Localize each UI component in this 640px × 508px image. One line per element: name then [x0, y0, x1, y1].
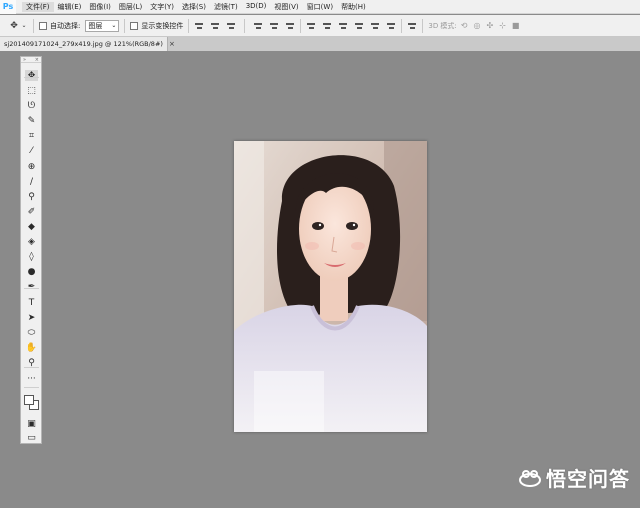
paint-bucket-tool-icon[interactable]: ◈ — [25, 236, 38, 247]
distribute-horizontal-center-icon[interactable] — [370, 21, 380, 31]
align-right-icon[interactable] — [285, 21, 295, 31]
align-vertical-center-icon[interactable] — [210, 21, 220, 31]
screen-mode-icon[interactable]: ▭ — [25, 432, 38, 443]
align-bottom-icon[interactable] — [226, 21, 236, 31]
auto-select-value: 图层 — [88, 21, 103, 30]
tool-divider — [24, 387, 39, 388]
menu-bar: Ps 文件(F) 编辑(E) 图像(I) 图层(L) 文字(Y) 选择(S) 滤… — [0, 0, 640, 14]
foreground-color-swatch[interactable] — [24, 395, 34, 405]
auto-select-label: 自动选择: — [50, 21, 81, 30]
3d-slide-icon[interactable]: ⊹ — [499, 21, 506, 30]
menu-filter[interactable]: 滤镜(T) — [210, 2, 242, 12]
distribute-bottom-icon[interactable] — [338, 21, 348, 31]
show-transform-checkbox[interactable] — [130, 21, 139, 30]
portrait-photo — [234, 141, 427, 432]
chevron-down-icon[interactable]: ⌄ — [20, 20, 28, 32]
menu-help[interactable]: 帮助(H) — [337, 2, 370, 12]
quick-select-tool-icon[interactable]: ✎ — [25, 115, 38, 126]
menu-edit[interactable]: 编辑(E) — [54, 2, 86, 12]
collapse-icon[interactable]: » — [23, 57, 26, 63]
auto-select-dropdown[interactable]: 图层 ⌄ — [85, 19, 120, 32]
document-tab-bar: sj201409171024_279x419.jpg @ 121%(RGB/8#… — [0, 37, 640, 51]
3d-scale-icon[interactable]: ■ — [512, 21, 520, 30]
auto-align-icon[interactable] — [407, 21, 417, 31]
move-tool-preset-icon[interactable]: ✥ — [8, 20, 20, 32]
distribute-left-icon[interactable] — [354, 21, 364, 31]
blur-tool-icon[interactable]: ◊ — [25, 251, 38, 262]
more-tools-icon[interactable]: ··· — [25, 373, 38, 384]
menu-view[interactable]: 视图(V) — [270, 2, 302, 12]
menu-3d[interactable]: 3D(D) — [242, 2, 271, 12]
pen-tool-icon[interactable]: ✒ — [25, 281, 38, 292]
tool-divider — [24, 367, 39, 368]
divider — [401, 18, 403, 33]
distribute-buttons — [306, 21, 396, 31]
divider — [188, 18, 190, 33]
divider — [422, 18, 424, 33]
watermark: 悟空问答 — [518, 463, 630, 492]
3d-pan-icon[interactable]: ✣ — [486, 21, 493, 30]
menu-items: 文件(F) 编辑(E) 图像(I) 图层(L) 文字(Y) 选择(S) 滤镜(T… — [22, 1, 370, 12]
tools-panel-grip[interactable]: » × — [21, 57, 41, 63]
menu-layer[interactable]: 图层(L) — [115, 2, 146, 12]
dodge-tool-icon[interactable]: ● — [25, 266, 38, 277]
close-icon[interactable]: × — [169, 40, 175, 48]
tool-divider — [24, 77, 39, 78]
align-left-icon[interactable] — [253, 21, 263, 31]
shape-tool-icon[interactable]: ⬭ — [25, 327, 38, 338]
divider — [244, 18, 246, 33]
auto-select-checkbox[interactable] — [39, 21, 47, 30]
align-buttons — [194, 18, 295, 33]
3d-mode-label: 3D 模式: — [428, 21, 457, 30]
tool-divider — [24, 288, 39, 289]
options-bar: ✥ ⌄ 自动选择: 图层 ⌄ 显示变换控件 3D 模式: ⟲ ◎ ✣ ⊹ ■ — [0, 15, 640, 37]
healing-brush-tool-icon[interactable]: ⊕ — [25, 161, 38, 172]
divider — [33, 18, 34, 33]
show-transform-label: 显示变换控件 — [141, 21, 184, 30]
divider — [300, 18, 302, 33]
menu-image[interactable]: 图像(I) — [85, 2, 115, 12]
document-tab[interactable]: sj201409171024_279x419.jpg @ 121%(RGB/8#… — [0, 37, 175, 51]
distribute-vertical-center-icon[interactable] — [322, 21, 332, 31]
type-tool-icon[interactable]: T — [25, 297, 38, 308]
photoshop-logo: Ps — [0, 0, 16, 14]
close-icon[interactable]: × — [35, 57, 39, 63]
3d-mode-buttons: ⟲ ◎ ✣ ⊹ ■ — [461, 21, 520, 30]
move-tool-icon[interactable]: ✥ — [25, 70, 38, 81]
distribute-top-icon[interactable] — [306, 21, 316, 31]
menu-type[interactable]: 文字(Y) — [146, 2, 178, 12]
document-canvas[interactable] — [234, 141, 427, 432]
menu-window[interactable]: 窗口(W) — [303, 2, 337, 12]
align-top-icon[interactable] — [194, 21, 204, 31]
wukong-logo-icon — [519, 469, 541, 487]
chevron-down-icon: ⌄ — [111, 22, 117, 29]
align-horizontal-center-icon[interactable] — [269, 21, 279, 31]
document-tab-title: sj201409171024_279x419.jpg @ 121%(RGB/8#… — [4, 40, 163, 48]
menu-select[interactable]: 选择(S) — [178, 2, 210, 12]
eraser-tool-icon[interactable]: ◆ — [25, 221, 38, 232]
3d-roll-icon[interactable]: ◎ — [474, 21, 481, 30]
tools-panel: » × ✥ ⬚ ᘎ ✎ ⌗ ⁄ ⊕ ∕ ⚲ ✐ ◆ ◈ ◊ ● ✒ T ➤ ⬭ ✋ ⚲ ··· ▣ ▭ — [20, 56, 42, 444]
watermark-text: 悟空问答 — [546, 467, 630, 491]
crop-tool-icon[interactable]: ⌗ — [25, 130, 38, 141]
3d-rotate-icon[interactable]: ⟲ — [461, 21, 468, 30]
lasso-tool-icon[interactable]: ᘎ — [25, 100, 38, 111]
distribute-right-icon[interactable] — [386, 21, 396, 31]
marquee-tool-icon[interactable]: ⬚ — [25, 85, 38, 96]
history-brush-tool-icon[interactable]: ✐ — [25, 206, 38, 217]
eyedropper-tool-icon[interactable]: ⁄ — [25, 145, 38, 156]
hand-tool-icon[interactable]: ✋ — [25, 342, 38, 353]
divider — [124, 18, 126, 33]
brush-tool-icon[interactable]: ∕ — [25, 176, 38, 187]
clone-stamp-tool-icon[interactable]: ⚲ — [25, 191, 38, 202]
menu-file[interactable]: 文件(F) — [22, 1, 54, 12]
quick-mask-icon[interactable]: ▣ — [25, 418, 38, 429]
path-select-tool-icon[interactable]: ➤ — [25, 312, 38, 323]
